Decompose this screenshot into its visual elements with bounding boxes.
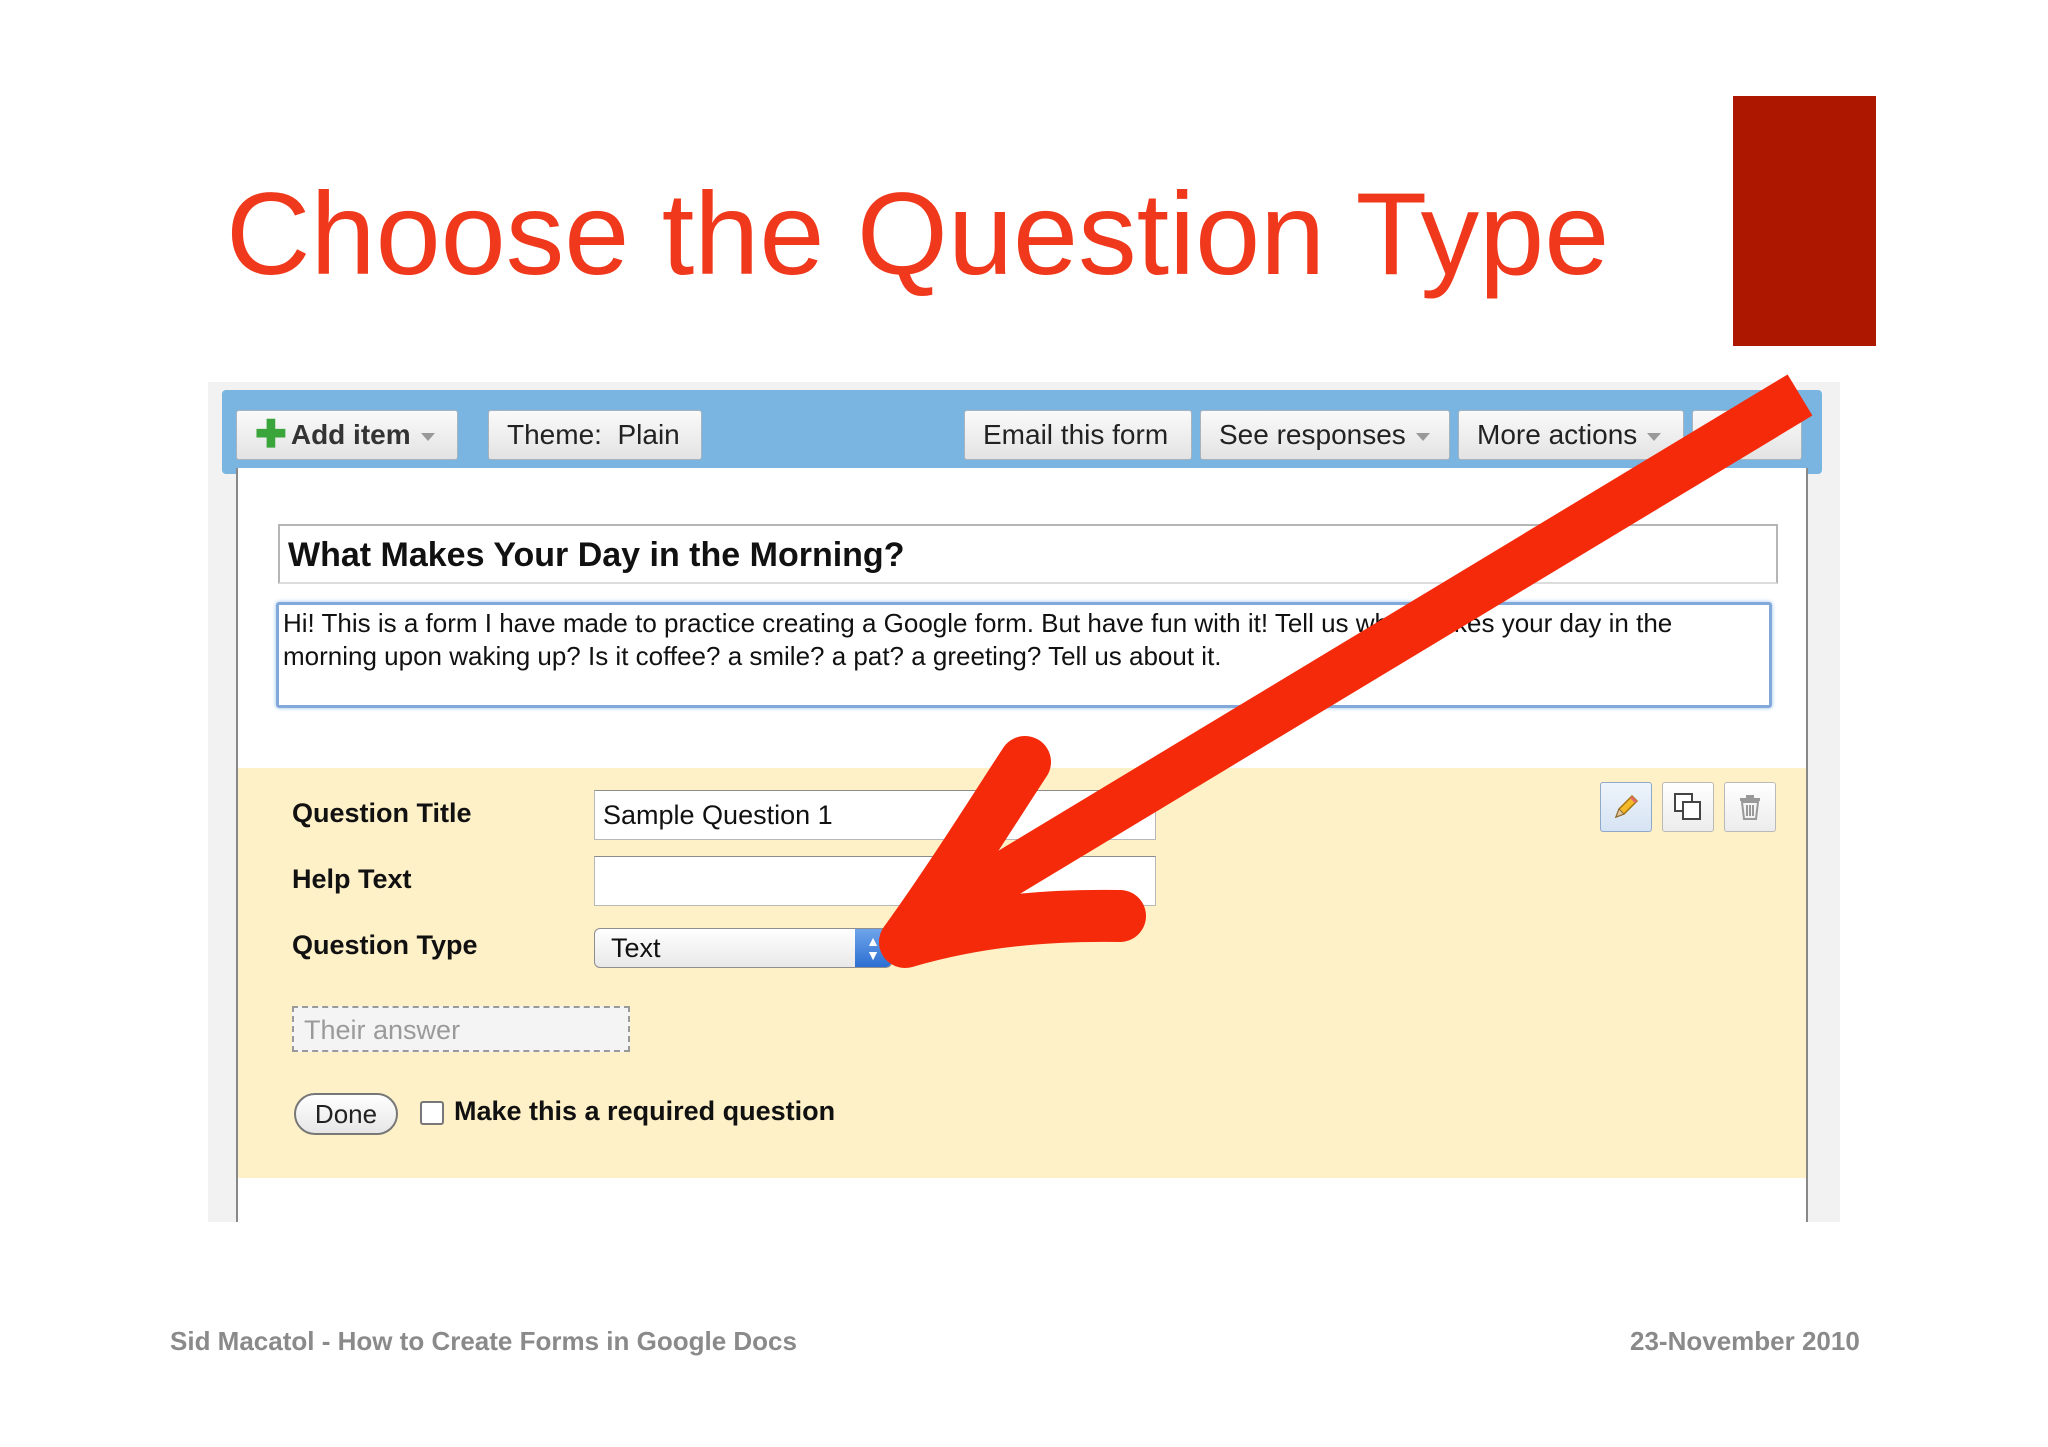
required-label: Make this a required question — [454, 1096, 836, 1126]
more-actions-button[interactable]: More actions — [1458, 410, 1684, 460]
required-checkbox[interactable] — [420, 1101, 444, 1125]
slide-title: Choose the Question Type — [226, 168, 1610, 299]
see-responses-label: See responses — [1219, 419, 1406, 450]
chevron-down-icon — [420, 432, 435, 441]
question-title-label: Question Title — [292, 798, 472, 828]
plus-icon: ✚ — [255, 414, 287, 456]
chevron-down-icon — [1415, 432, 1430, 441]
form-title-input[interactable]: What Makes Your Day in the Morning? — [278, 524, 1778, 584]
question-type-label: Question Type — [292, 930, 478, 960]
select-arrows-icon: ▲ ▼ — [855, 929, 891, 967]
help-text-label: Help Text — [292, 864, 412, 894]
form-description-input[interactable]: Hi! This is a form I have made to practi… — [276, 602, 1772, 708]
screenshot-panel: ✚ Add item Theme: Plain Email this form … — [208, 382, 1840, 1222]
delete-question-button[interactable] — [1724, 782, 1776, 832]
email-form-button[interactable]: Email this form — [964, 410, 1192, 460]
pencil-icon — [1614, 794, 1639, 819]
footer-author: Sid Macatol - How to Create Forms in Goo… — [170, 1326, 797, 1356]
form-editor: What Makes Your Day in the Morning? Hi! … — [236, 468, 1808, 1222]
question-title-input[interactable]: Sample Question 1 — [594, 790, 1156, 840]
question-type-value: Text — [611, 933, 661, 963]
email-form-label: Email this form — [983, 419, 1169, 450]
accent-block — [1733, 96, 1876, 346]
see-responses-button[interactable]: See responses — [1200, 410, 1450, 460]
done-button[interactable]: Done — [294, 1093, 398, 1135]
add-item-label: Add item — [290, 419, 411, 450]
edit-question-button[interactable] — [1600, 782, 1652, 832]
question-editor: Question Title Sample Question 1 Help Te… — [238, 768, 1806, 1178]
chevron-down-icon — [1647, 432, 1662, 441]
add-item-button[interactable]: ✚ Add item — [236, 410, 458, 460]
footer-date: 23-November 2010 — [1630, 1326, 1860, 1356]
duplicate-question-button[interactable] — [1662, 782, 1714, 832]
trash-icon — [1740, 795, 1760, 820]
theme-label: Theme: Plain — [507, 419, 680, 450]
form-toolbar: ✚ Add item Theme: Plain Email this form … — [222, 390, 1822, 474]
more-actions-label: More actions — [1477, 419, 1638, 450]
help-text-input[interactable] — [594, 856, 1156, 906]
answer-preview: Their answer — [292, 1006, 630, 1052]
question-type-select[interactable]: Text ▲ ▼ — [594, 928, 892, 968]
theme-button[interactable]: Theme: Plain — [488, 410, 702, 460]
duplicate-icon — [1674, 793, 1701, 820]
save-button[interactable] — [1692, 410, 1802, 460]
